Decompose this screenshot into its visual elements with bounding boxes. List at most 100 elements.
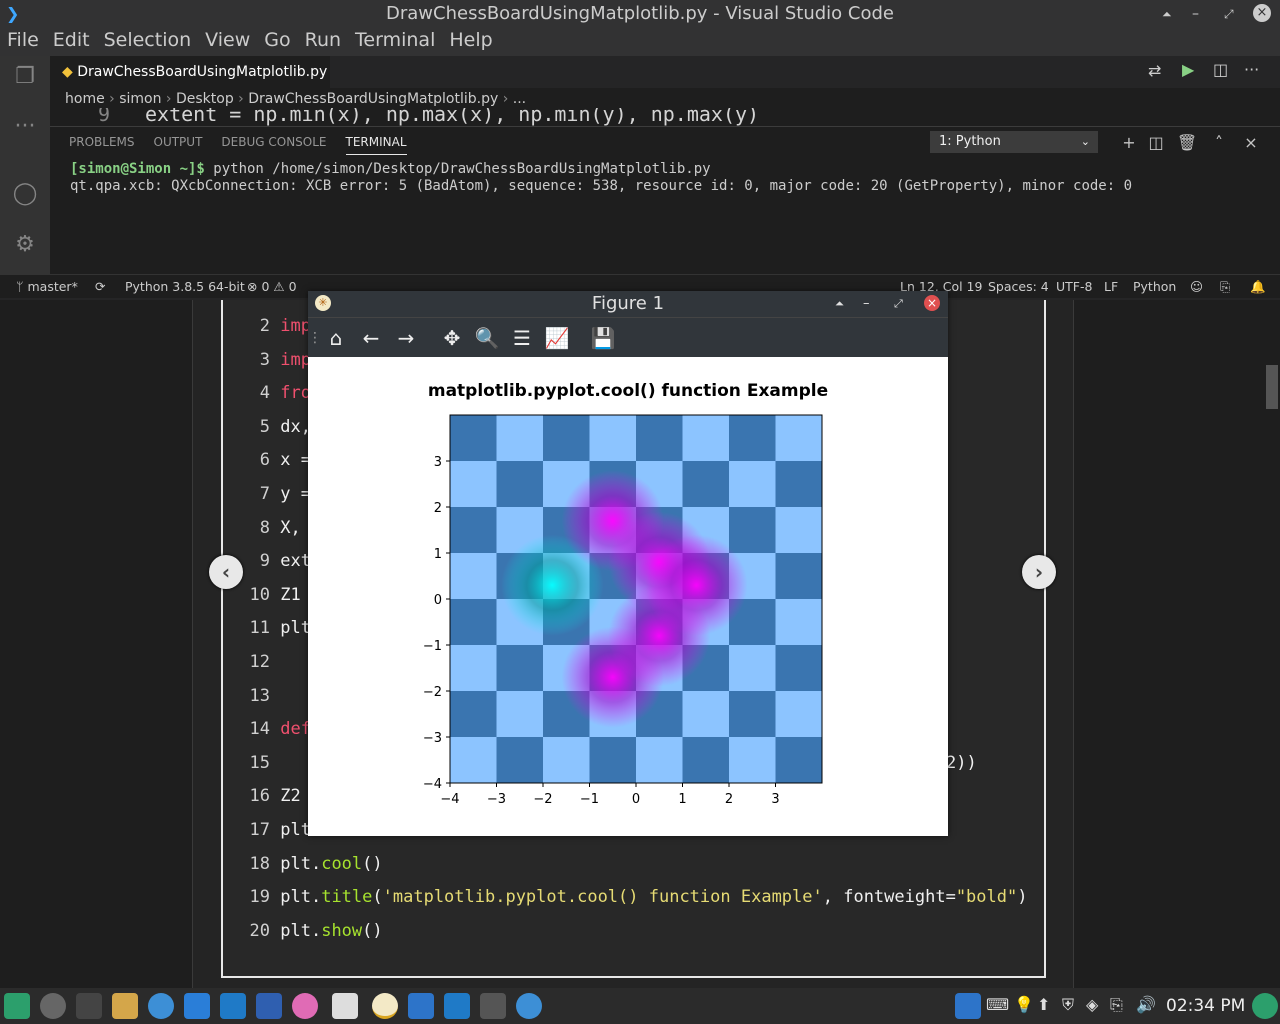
app-menu-icon[interactable] [4,993,30,1019]
compare-icon[interactable]: ⇄ [1148,61,1161,80]
files-task-icon[interactable] [408,993,434,1019]
vscode-task-icon[interactable] [444,993,470,1019]
keep-above-icon[interactable]: ⏶ [1162,0,1172,28]
more-icon[interactable]: ··· [10,114,40,144]
sync-icon[interactable]: ⟳ [95,275,105,299]
feedback-icon[interactable]: ☺ [1190,275,1203,299]
indent-setting[interactable]: Spaces: 4 [988,275,1049,299]
close-window-icon[interactable]: × [1253,4,1271,22]
chrome-task-icon[interactable] [516,993,542,1019]
edit-curves-icon[interactable]: 📈 [543,324,571,352]
eol-setting[interactable]: LF [1104,275,1118,299]
settings-gear-icon[interactable]: ⚙ [10,232,40,262]
keyboard-icon[interactable]: ⌨ [986,995,1009,1014]
monitor-icon[interactable] [40,993,66,1019]
menu-terminal[interactable]: Terminal [348,28,442,52]
checker-square [496,737,544,784]
volume-icon[interactable]: 🔊 [1136,995,1156,1014]
live-share-icon[interactable]: ⎘ [1220,275,1230,299]
minimize-icon[interactable]: – [1192,0,1199,28]
y-tick-label: −3 [423,731,442,746]
breadcrumb-item[interactable]: Desktop [176,91,234,107]
kill-terminal-icon[interactable]: 🗑 [1176,132,1198,154]
code-line-text: plt.show() [280,920,383,941]
files-app-icon[interactable] [112,993,138,1019]
maximize-panel-icon[interactable]: ˄ [1208,132,1230,154]
color-picker-app-icon[interactable] [292,993,318,1019]
home-icon[interactable]: ⌂ [322,324,350,352]
menu-go[interactable]: Go [257,28,297,52]
carousel-next-button[interactable]: › [1022,555,1056,589]
terminal-select[interactable]: 1: Python ⌄ [930,131,1098,153]
power-icon[interactable] [1252,993,1278,1019]
interpreter-label[interactable]: Python 3.8.5 64-bit [125,275,245,299]
panel-tab-terminal[interactable]: TERMINAL [345,127,407,155]
checker-square [450,599,497,646]
menu-selection[interactable]: Selection [97,28,199,52]
figure-close-icon[interactable]: × [924,295,940,311]
run-icon[interactable]: ▶ [1182,60,1194,79]
desktop-icon[interactable] [955,993,981,1019]
maximize-icon[interactable]: ⤢ [1224,0,1234,28]
notifications-icon[interactable]: 🔔 [1250,275,1266,299]
code-line: 18 plt.cool() [248,854,383,874]
code-line-number: 14 [249,719,270,740]
encoding-setting[interactable]: UTF-8 [1056,275,1092,299]
keep-above-icon[interactable]: ⏶ [835,291,844,317]
panel-tab-output[interactable]: OUTPUT [154,127,203,155]
taskbar: ⌨ 💡 ⬆ ⛨ ◈ ⎘ 🔊 02:34 PM [0,988,1280,1024]
update-icon[interactable]: ⬆ [1037,995,1050,1014]
code-line: 8 X, [248,518,301,538]
split-editor-icon[interactable]: ◫ [1213,60,1228,79]
zoom-icon[interactable]: 🔍 [473,324,501,352]
terminal-task-icon[interactable] [480,993,506,1019]
peek-code: extent = np.min(x), np.max(x), np.min(y)… [145,108,760,126]
forward-arrow-icon[interactable]: → [392,324,420,352]
warning-count: 0 [288,279,297,294]
close-panel-icon[interactable]: × [1240,132,1262,154]
vscode-window: ❯ DrawChessBoardUsingMatplotlib.py - Vis… [0,0,1280,300]
todo-app-icon[interactable] [184,993,210,1019]
x-tick-label: −4 [440,792,459,807]
text-editor-app-icon[interactable] [332,993,358,1019]
menu-file[interactable]: File [0,28,46,52]
terminal-app-icon[interactable] [76,993,102,1019]
tab-drawchessboard[interactable]: ◆ DrawChessBoardUsingMatplotlib.py × [50,56,330,112]
new-terminal-icon[interactable]: + [1118,132,1140,154]
bulb-icon[interactable]: 💡 [1014,995,1034,1014]
figure-maximize-icon[interactable]: ⤢ [894,291,903,317]
wifi-icon[interactable]: ◈ [1086,995,1098,1014]
breadcrumb-item[interactable]: ... [513,91,526,107]
branch-item[interactable]: ᛘ master* [16,275,78,299]
chrome-app-icon[interactable] [148,993,174,1019]
figure-minimize-icon[interactable]: – [863,291,870,317]
clip-icon[interactable]: ⎘ [1110,995,1123,1015]
pan-icon[interactable]: ✥ [438,324,466,352]
panel-tab-debug-console[interactable]: DEBUG CONSOLE [221,127,326,155]
shield-icon[interactable]: ⛨ [1062,995,1074,1015]
configure-subplots-icon[interactable]: ☰ [508,324,536,352]
vscode-app-icon[interactable] [220,993,246,1019]
menu-run[interactable]: Run [298,28,348,52]
breadcrumb-item[interactable]: DrawChessBoardUsingMatplotlib.py [248,91,498,107]
language-mode[interactable]: Python [1133,275,1176,299]
more-actions-icon[interactable]: ··· [1244,60,1259,79]
panel-tab-problems[interactable]: PROBLEMS [69,127,135,155]
explorer-icon[interactable]: ❐ [10,64,40,94]
accounts-icon[interactable]: ◯ [10,181,40,211]
page-scrollbar-thumb[interactable] [1266,365,1278,409]
breadcrumb-item[interactable]: home [65,91,105,107]
breadcrumb-item[interactable]: simon [119,91,161,107]
menu-help[interactable]: Help [442,28,499,52]
back-arrow-icon[interactable]: ← [357,324,385,352]
split-terminal-icon[interactable]: ◫ [1145,132,1167,154]
save-icon[interactable]: 💾 [589,324,617,352]
clock[interactable]: 02:34 PM [1166,988,1245,1024]
figure-task-icon[interactable] [372,993,398,1019]
menu-edit[interactable]: Edit [46,28,97,52]
menu-view[interactable]: View [198,28,257,52]
wps-app-icon[interactable] [256,993,282,1019]
carousel-prev-button[interactable]: ‹ [209,555,243,589]
problems-item[interactable]: ⊗ 0 ⚠ 0 [247,275,297,299]
toolbar-grip-icon[interactable]: ⋮ [308,324,322,352]
